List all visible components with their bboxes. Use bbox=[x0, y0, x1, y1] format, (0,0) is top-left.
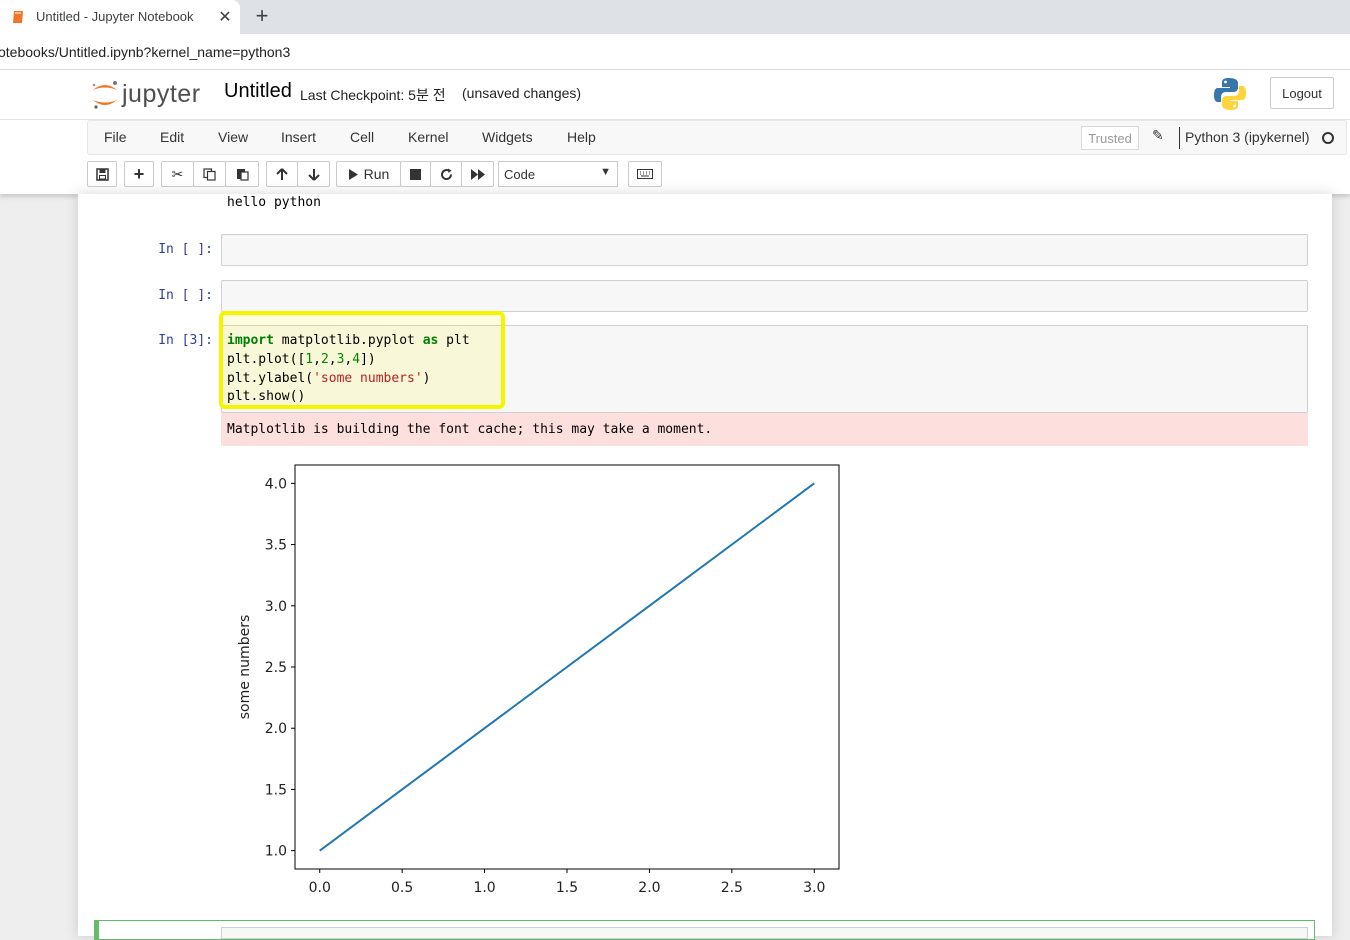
address-text[interactable]: otebooks/Untitled.ipynb?kernel_name=pyth… bbox=[0, 44, 290, 60]
interrupt-button[interactable] bbox=[400, 161, 431, 187]
y-tick-label: 3.5 bbox=[265, 538, 287, 554]
kernel-name[interactable]: Python 3 (ipykernel) bbox=[1185, 129, 1310, 145]
jupyter-logo-icon bbox=[92, 81, 117, 109]
scissors-icon: ✂ bbox=[171, 165, 184, 182]
menu-insert[interactable]: Insert bbox=[281, 129, 316, 145]
input-prompt: In [ ]: bbox=[158, 242, 213, 257]
copy-icon bbox=[203, 167, 216, 181]
move-up-button[interactable] bbox=[266, 161, 298, 187]
x-tick-label: 0.0 bbox=[309, 880, 331, 896]
close-tab-icon[interactable]: ✕ bbox=[216, 7, 234, 27]
save-button[interactable] bbox=[87, 161, 117, 187]
code-line: import matplotlib.pyplot as plt bbox=[227, 333, 470, 348]
matplotlib-line-plot: 0.0 0.5 1.0 1.5 2.0 2.5 3.0 1.0 1.5 2.0 2.5 3.0 3.5 4… bbox=[237, 464, 840, 896]
x-tick-label: 0.5 bbox=[391, 880, 413, 896]
new-tab-icon[interactable]: + bbox=[252, 4, 272, 28]
trusted-indicator[interactable]: Trusted bbox=[1081, 126, 1139, 150]
paste-icon bbox=[236, 169, 249, 181]
unsaved-changes: (unsaved changes) bbox=[462, 85, 582, 101]
y-tick-label: 4.0 bbox=[265, 476, 287, 492]
fast-forward-icon bbox=[470, 168, 485, 180]
cut-button[interactable]: ✂ bbox=[161, 161, 194, 187]
arrow-down-icon bbox=[307, 168, 320, 181]
x-tick-label: 2.0 bbox=[638, 880, 660, 896]
next-cell-input[interactable] bbox=[221, 927, 1308, 939]
y-axis-label: some numbers bbox=[237, 615, 253, 720]
y-tick-label: 3.0 bbox=[265, 599, 287, 615]
last-checkpoint: Last Checkpoint: 5분 전 bbox=[300, 87, 446, 103]
y-tick-label: 1.0 bbox=[265, 844, 287, 860]
python-logo-icon bbox=[1214, 78, 1246, 110]
jupyter-logo[interactable]: jupyter bbox=[90, 76, 220, 112]
cell-type-select[interactable]: Code ▼ bbox=[498, 161, 618, 187]
command-palette-button[interactable] bbox=[628, 161, 662, 187]
menu-kernel[interactable]: Kernel bbox=[408, 129, 448, 145]
menu-widgets[interactable]: Widgets bbox=[482, 129, 533, 145]
notebook-name[interactable]: Untitled bbox=[224, 80, 292, 103]
previous-cell-output: hello python bbox=[227, 195, 321, 210]
browser-tab-bar: Untitled - Jupyter Notebook ✕ + bbox=[0, 0, 1350, 34]
jupyter-header: jupyter Untitled Last Checkpoint: 5분 전 (… bbox=[0, 70, 1350, 120]
address-bar[interactable]: otebooks/Untitled.ipynb?kernel_name=pyth… bbox=[0, 34, 1350, 70]
restart-button[interactable] bbox=[430, 161, 462, 187]
move-down-button[interactable] bbox=[297, 161, 330, 187]
menu-help[interactable]: Help bbox=[567, 129, 596, 145]
save-icon bbox=[95, 167, 109, 181]
edit-mode-pencil-icon: ✎ bbox=[1152, 127, 1164, 143]
keyboard-icon bbox=[637, 169, 653, 179]
jupyter-logo-text: jupyter bbox=[122, 80, 201, 108]
insert-cell-button[interactable]: + bbox=[124, 161, 154, 187]
paste-button[interactable] bbox=[225, 161, 259, 187]
x-tick-label: 2.5 bbox=[721, 880, 743, 896]
y-tick-label: 2.0 bbox=[265, 721, 287, 737]
menu-view[interactable]: View bbox=[218, 129, 248, 145]
arrow-up-icon bbox=[276, 167, 288, 180]
cell-type-value: Code bbox=[504, 167, 536, 182]
x-tick-label: 3.0 bbox=[803, 880, 825, 896]
plus-icon: + bbox=[133, 163, 145, 184]
menu-file[interactable]: File bbox=[104, 129, 127, 145]
code-cell-input[interactable] bbox=[221, 280, 1308, 312]
restart-run-all-button[interactable] bbox=[461, 161, 494, 187]
input-prompt: In [ ]: bbox=[158, 288, 213, 303]
kernel-idle-indicator-icon bbox=[1322, 132, 1334, 144]
chevron-down-icon: ▼ bbox=[600, 166, 611, 178]
code-line: plt.plot([1,2,3,4]) bbox=[227, 352, 376, 367]
menu-edit[interactable]: Edit bbox=[160, 129, 184, 145]
restart-icon bbox=[440, 168, 452, 180]
code-line: plt.show() bbox=[227, 389, 306, 404]
code-cell-input[interactable] bbox=[221, 234, 1308, 266]
kernel-separator bbox=[1179, 127, 1180, 149]
stderr-text: Matplotlib is building the font cache; t… bbox=[227, 422, 713, 437]
input-prompt: In [3]: bbox=[158, 333, 213, 348]
x-tick-label: 1.0 bbox=[473, 880, 495, 896]
code-line: plt.ylabel('some numbers') bbox=[227, 371, 431, 386]
menubar: File Edit View Insert Cell Kernel Widget… bbox=[87, 120, 1347, 155]
play-icon bbox=[348, 168, 358, 180]
x-tick-label: 1.5 bbox=[556, 880, 578, 896]
copy-button[interactable] bbox=[193, 161, 226, 187]
menu-cell[interactable]: Cell bbox=[350, 129, 374, 145]
y-tick-label: 2.5 bbox=[265, 660, 287, 676]
tab-title: Untitled - Jupyter Notebook bbox=[36, 9, 194, 24]
stop-icon bbox=[410, 168, 421, 180]
logout-button[interactable]: Logout bbox=[1270, 77, 1334, 109]
browser-tab[interactable]: Untitled - Jupyter Notebook ✕ bbox=[0, 0, 240, 34]
run-button[interactable]: Run bbox=[336, 161, 401, 187]
run-label: Run bbox=[363, 166, 390, 182]
notebook-favicon-icon bbox=[13, 11, 23, 23]
y-tick-label: 1.5 bbox=[265, 782, 287, 798]
